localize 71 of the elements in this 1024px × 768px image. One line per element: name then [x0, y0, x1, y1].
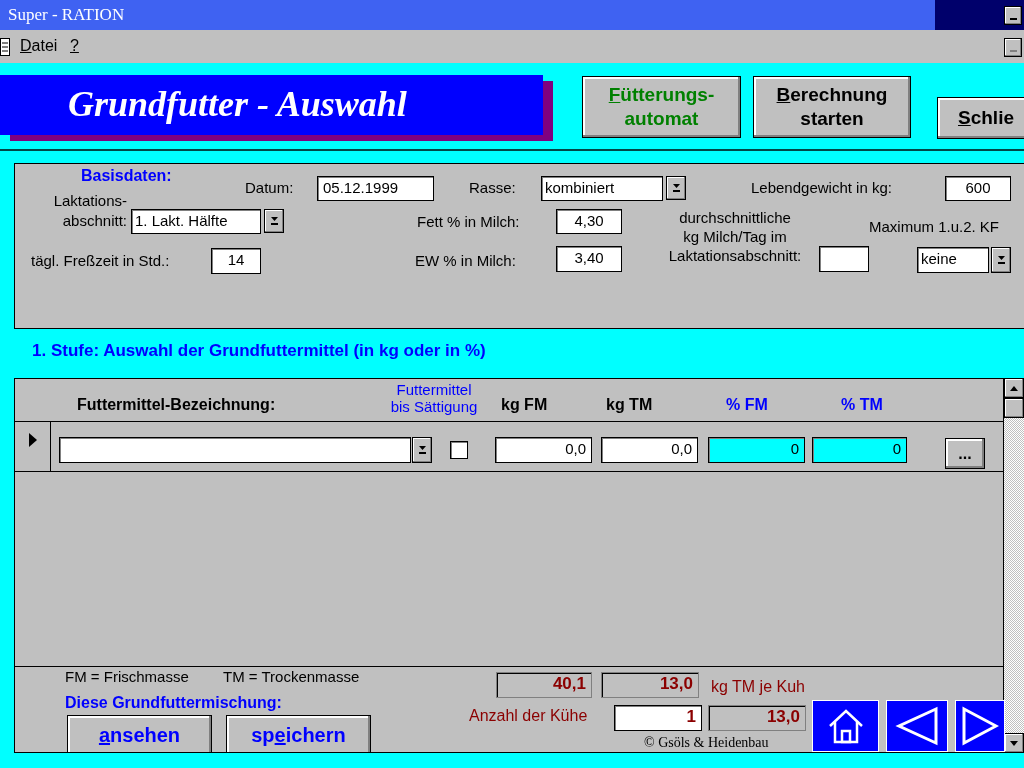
table-cell-field[interactable]: 0 [812, 437, 907, 463]
window-title: Super - RATION [8, 5, 125, 24]
menu-item[interactable]: Datei [20, 37, 58, 55]
field-label: Maximum 1.u.2. KF [869, 218, 1000, 236]
dropdown-button[interactable] [264, 209, 284, 233]
record-pointer-icon [27, 432, 38, 448]
field-label: tägl. Freßzeit in Std.: [31, 252, 170, 270]
up-arrow-icon [1010, 385, 1018, 391]
column-header: Futtermittel-Bezeichnung: [77, 396, 276, 414]
legend-text: FM = Frischmasse [65, 668, 189, 686]
cows-field[interactable]: 1 [614, 705, 702, 731]
dropdown-button[interactable] [412, 437, 432, 463]
feed-dropdown[interactable] [59, 437, 411, 463]
header-button[interactable]: Schlie [937, 97, 1024, 139]
nav-button[interactable] [886, 700, 948, 752]
section-title: Basisdaten: [81, 167, 172, 185]
field-label: Datum: [245, 179, 294, 197]
field-label: Anzahl der Kühe [469, 707, 588, 725]
total-field: 13,0 [601, 672, 699, 698]
column-header: kg TM [606, 396, 653, 414]
fat-field[interactable]: 4,30 [556, 209, 622, 234]
dropdown-arrow-icon [671, 183, 681, 193]
total-field: 13,0 [708, 705, 806, 731]
scrollbar[interactable] [1004, 378, 1024, 753]
back-arrow-icon [895, 706, 939, 746]
menu-item[interactable]: ? [70, 37, 79, 55]
table-cell-field[interactable]: 0,0 [495, 437, 592, 463]
feeding-time-field[interactable]: 14 [211, 248, 261, 274]
column-header: Futtermittel bis Sättigung [389, 381, 479, 415]
field-label: Rasse: [469, 179, 516, 197]
column-header: % TM [841, 396, 883, 414]
minimize-button[interactable] [1004, 6, 1022, 25]
copyright-text: © Gsöls & Heidenbau [644, 734, 769, 752]
table-cell-field[interactable]: 0,0 [601, 437, 698, 463]
field-label: EW % in Milch: [415, 252, 516, 270]
column-header: kg FM [501, 396, 548, 414]
field-label: durchschnittliche kg Milch/Tag im Laktationsabschnitt: [667, 208, 803, 265]
weight-field[interactable]: 600 [945, 176, 1011, 201]
document-icon [0, 38, 10, 56]
total-field: 40,1 [496, 672, 592, 698]
section-label: Diese Grundfuttermischung: [65, 694, 282, 712]
protein-field[interactable]: 3,40 [556, 246, 622, 272]
down-arrow-icon [1010, 740, 1018, 746]
header-button[interactable]: Berechnung starten [753, 76, 911, 138]
nav-button[interactable] [955, 700, 1005, 752]
dropdown-arrow-icon [269, 216, 279, 226]
dropdown-button[interactable] [991, 247, 1011, 273]
more-button[interactable]: ... [945, 438, 985, 469]
field-label: Laktations- abschnitt: [52, 191, 127, 231]
date-field[interactable]: 05.12.1999 [317, 176, 434, 201]
minimize-button[interactable] [1004, 38, 1022, 57]
action-button[interactable]: ansehen [67, 715, 212, 752]
lactation-dropdown[interactable]: 1. Lakt. Hälfte [131, 209, 261, 234]
scroll-thumb[interactable] [1004, 398, 1024, 418]
section-title: 1. Stufe: Auswahl der Grundfuttermittel (in kg oder in %) [32, 341, 486, 361]
legend-text: TM = Trockenmasse [223, 668, 360, 686]
field-label: Fett % in Milch: [417, 213, 520, 231]
checkbox[interactable] [450, 441, 468, 459]
nav-button[interactable] [812, 700, 879, 752]
unit-label: kg TM je Kuh [711, 678, 805, 696]
field-label: Lebendgewicht in kg: [751, 179, 892, 197]
table-cell-field[interactable]: 0 [708, 437, 805, 463]
dropdown-arrow-icon [417, 445, 427, 455]
column-header: % FM [726, 396, 768, 414]
breed-dropdown[interactable]: kombiniert [541, 176, 663, 201]
maximum-dropdown[interactable]: keine [917, 247, 989, 273]
dropdown-arrow-icon [996, 255, 1006, 265]
milk-field[interactable] [819, 246, 869, 272]
action-button[interactable]: speichern [226, 715, 371, 752]
forward-arrow-icon [961, 706, 999, 746]
dropdown-button[interactable] [666, 176, 686, 200]
